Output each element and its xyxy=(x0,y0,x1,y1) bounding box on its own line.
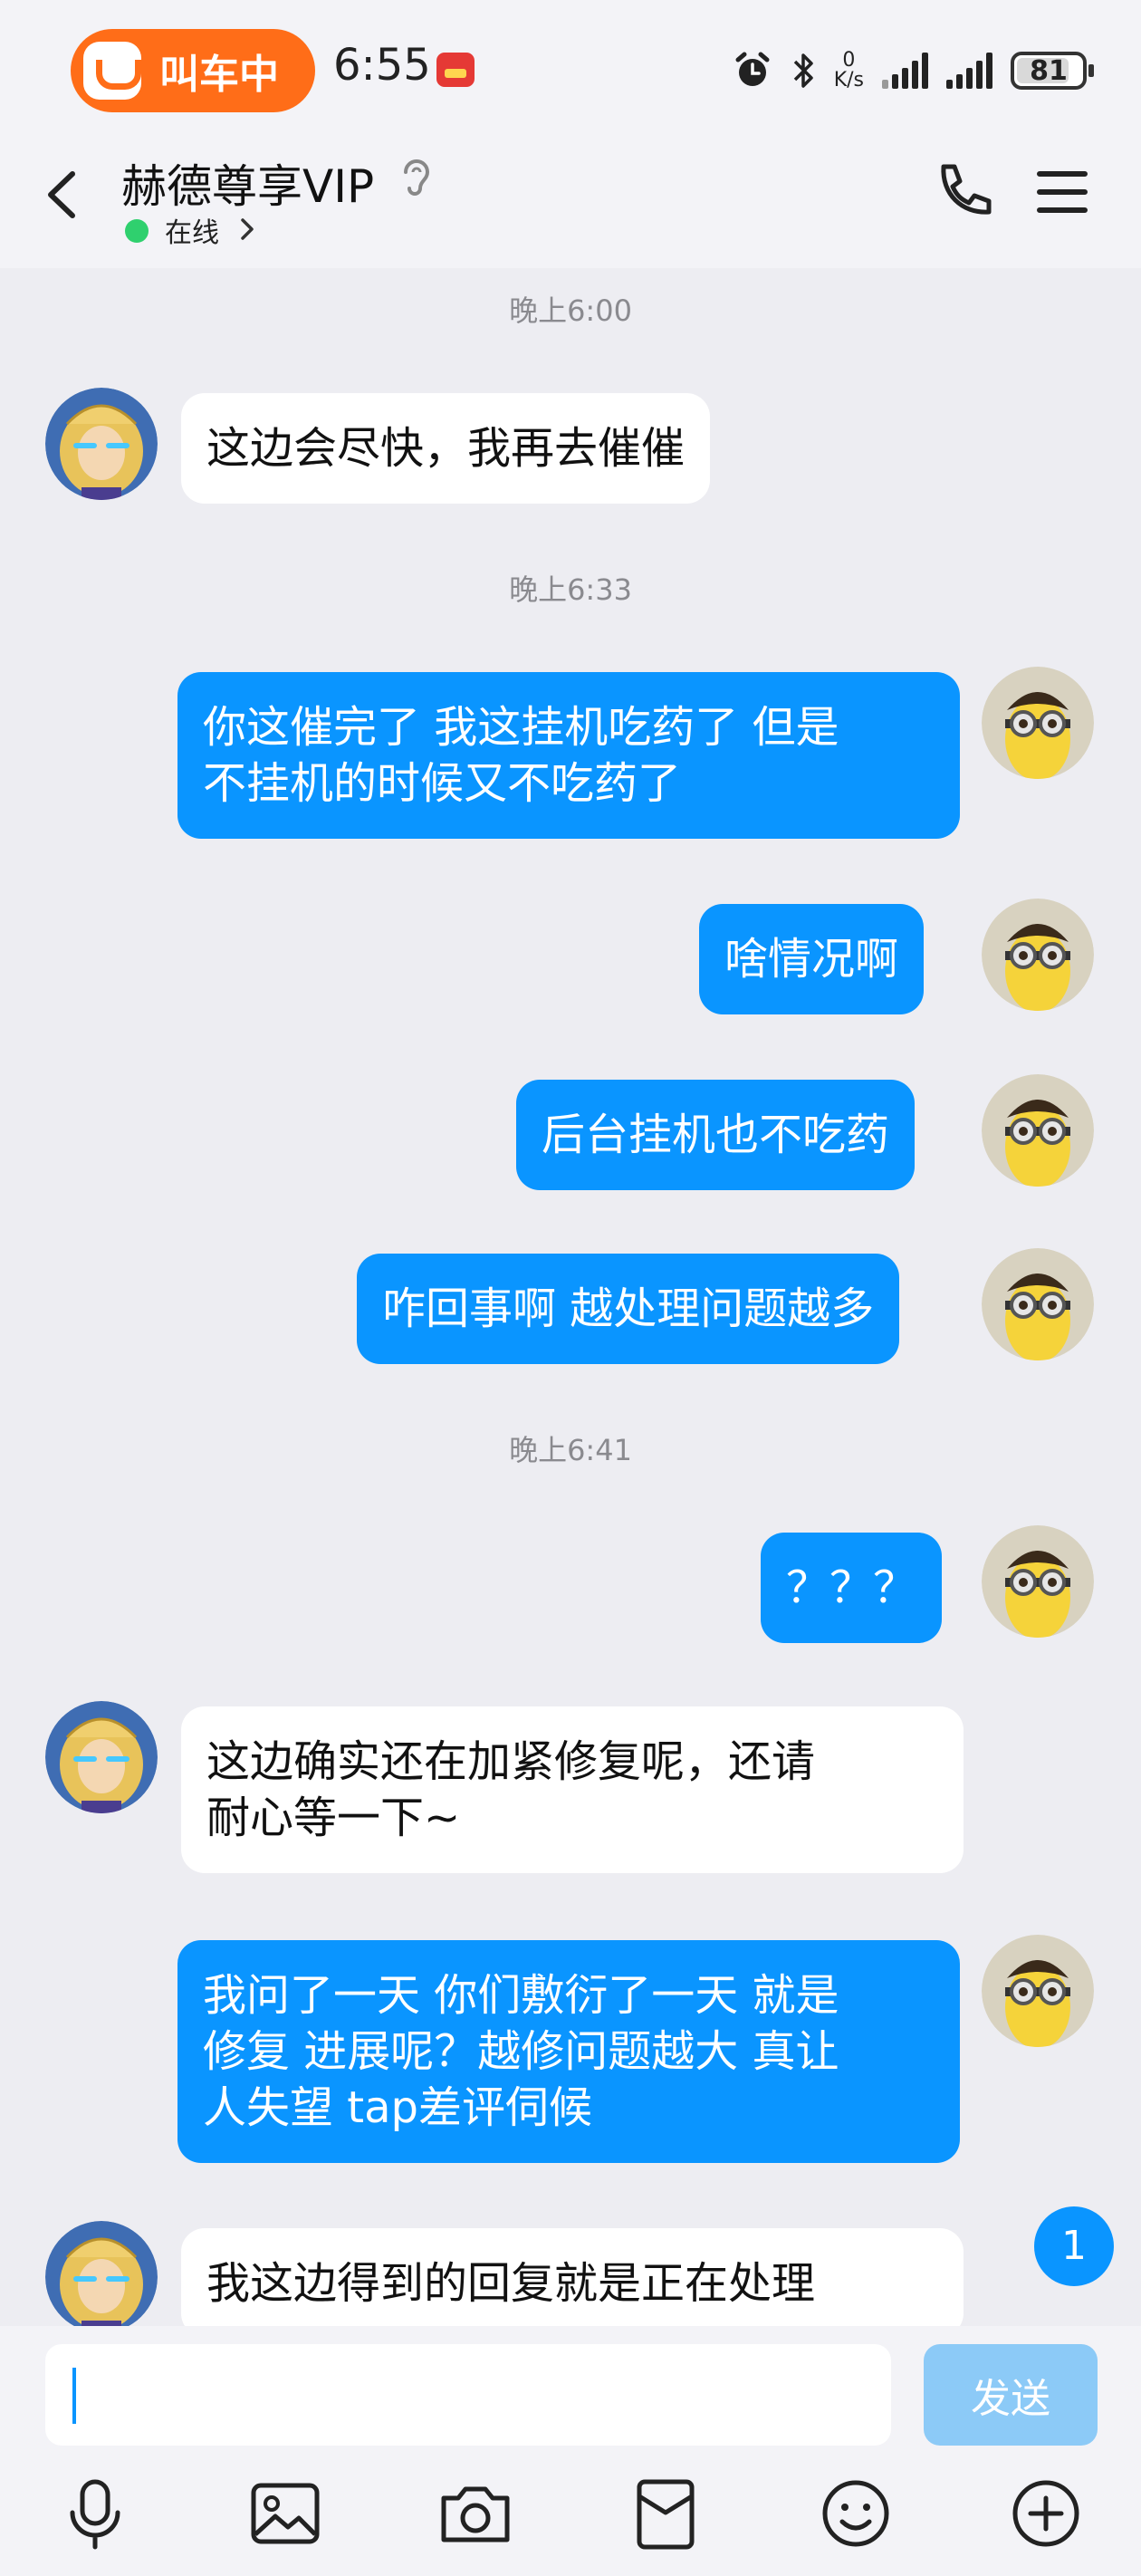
user-avatar[interactable] xyxy=(982,1935,1094,2047)
red-packet-icon[interactable] xyxy=(625,2473,706,2554)
unread-count-badge[interactable]: 1 xyxy=(1034,2206,1114,2286)
message-input[interactable] xyxy=(45,2344,891,2446)
agent-avatar[interactable] xyxy=(45,388,158,500)
status-bar: 叫车中 6:55 0 K/s 81 xyxy=(0,0,1141,136)
timestamp: 晚上6:33 xyxy=(509,572,632,607)
chat-header: 赫德尊享VIP 在线 xyxy=(0,136,1141,268)
alarm-icon xyxy=(735,52,770,86)
network-speed-unit: K/s xyxy=(833,69,864,91)
send-button[interactable]: 发送 xyxy=(924,2344,1098,2446)
agent-avatar[interactable] xyxy=(45,1701,158,1813)
user-avatar[interactable] xyxy=(982,1525,1094,1638)
back-icon[interactable] xyxy=(33,163,96,226)
message-bubble-outgoing[interactable]: 你这催完了 我这挂机吃药了 但是 不挂机的时候又不吃药了 xyxy=(177,672,960,839)
bluetooth-icon xyxy=(793,53,813,88)
battery-indicator: 81 xyxy=(1011,52,1094,90)
message-bubble-outgoing[interactable]: 咋回事啊 越处理问题越多 xyxy=(357,1254,900,1364)
message-bubble-outgoing[interactable]: 啥情况啊 xyxy=(699,904,925,1014)
user-avatar[interactable] xyxy=(982,667,1094,779)
message-bubble-outgoing[interactable]: ？？？ xyxy=(761,1533,943,1643)
battery-percent: 81 xyxy=(1030,54,1068,87)
timestamp: 晚上6:41 xyxy=(509,1433,632,1467)
user-avatar[interactable] xyxy=(982,1248,1094,1360)
agent-avatar[interactable] xyxy=(45,2221,158,2333)
microphone-icon[interactable] xyxy=(54,2473,136,2554)
phone-icon[interactable] xyxy=(929,159,994,225)
image-icon[interactable] xyxy=(244,2473,326,2554)
signal-strength-2-icon xyxy=(946,53,992,89)
message-bubble-incoming[interactable]: 这边会尽快，我再去催催 xyxy=(181,393,711,504)
message-bubble-outgoing[interactable]: 我问了一天 你们敷衍了一天 就是 修复 进展呢？越修问题越大 真让 人失望 ta… xyxy=(177,1940,960,2163)
online-status-dot xyxy=(125,219,149,243)
ride-status-text: 叫车中 xyxy=(159,52,279,98)
signal-strength-1-icon xyxy=(882,53,928,89)
timestamp: 晚上6:00 xyxy=(509,293,632,328)
didi-icon xyxy=(83,42,141,100)
camera-icon[interactable] xyxy=(435,2473,516,2554)
online-status-text[interactable]: 在线 xyxy=(165,210,219,250)
message-composer: 发送 xyxy=(0,2326,1141,2576)
menu-icon[interactable] xyxy=(1032,165,1092,219)
ear-icon[interactable] xyxy=(398,156,435,203)
message-bubble-incoming[interactable]: 我这边得到的回复就是正在处理 xyxy=(181,2228,964,2337)
contact-name[interactable]: 赫德尊享VIP xyxy=(121,150,374,216)
emoji-icon[interactable] xyxy=(815,2473,896,2554)
ride-hailing-pill[interactable]: 叫车中 xyxy=(71,29,315,112)
user-avatar[interactable] xyxy=(982,1074,1094,1187)
network-speed: 0 K/s xyxy=(834,51,864,91)
user-avatar[interactable] xyxy=(982,899,1094,1011)
text-caret xyxy=(72,2368,76,2424)
chevron-right-icon[interactable] xyxy=(237,216,257,243)
clock: 6:55 xyxy=(333,40,431,91)
notification-app-icon xyxy=(436,53,475,87)
system-icons: 0 K/s 81 xyxy=(733,43,1094,98)
message-bubble-outgoing[interactable]: 后台挂机也不吃药 xyxy=(516,1080,916,1190)
network-speed-value: 0 xyxy=(842,49,856,72)
message-bubble-incoming[interactable]: 这边确实还在加紧修复呢，还请 耐心等一下~ xyxy=(181,1706,964,1873)
plus-icon[interactable] xyxy=(1005,2473,1087,2554)
